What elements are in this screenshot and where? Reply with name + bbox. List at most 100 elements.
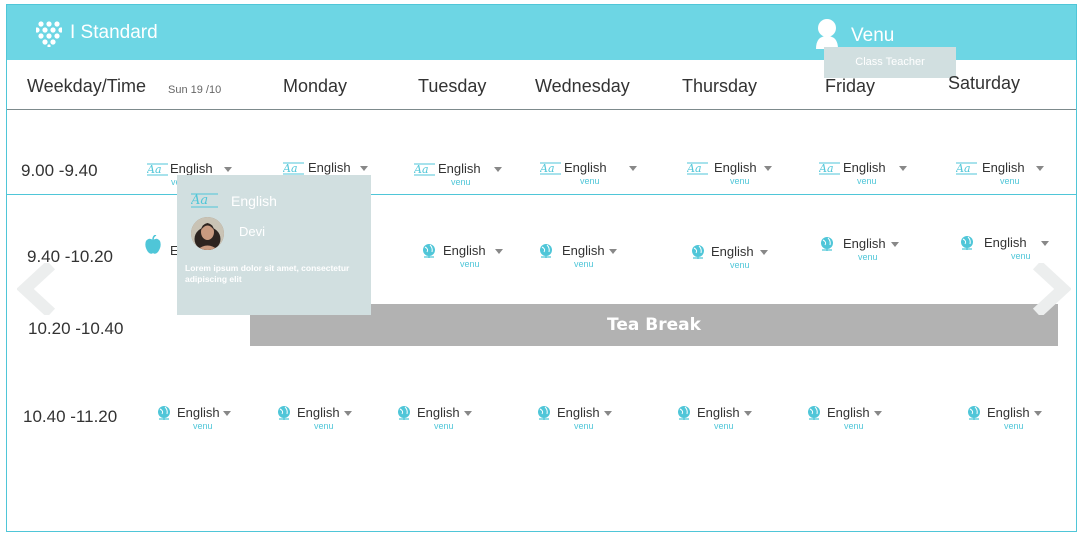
chevron-down-icon[interactable]	[609, 249, 617, 254]
tea-break-bar: Tea Break	[250, 304, 1058, 346]
timetable-cell[interactable]: English venu	[538, 241, 658, 275]
subject-label: English	[843, 160, 886, 175]
language-icon: Aa	[687, 162, 708, 175]
timetable-cell[interactable]: English venu	[156, 403, 276, 437]
chevron-down-icon[interactable]	[344, 411, 352, 416]
language-icon: Aa	[540, 162, 561, 175]
teacher-label: venu	[730, 176, 750, 186]
subject-label: English	[982, 160, 1025, 175]
language-icon: Aa	[819, 162, 840, 175]
next-arrow-icon[interactable]	[1029, 263, 1071, 315]
teacher-label: venu	[857, 176, 877, 186]
day-header-wednesday: Wednesday	[535, 76, 630, 96]
chevron-down-icon[interactable]	[495, 249, 503, 254]
teacher-label: venu	[580, 176, 600, 186]
subject-label: English	[984, 235, 1027, 250]
subject-label: English	[170, 161, 213, 176]
subject-label: English	[562, 243, 605, 258]
chevron-down-icon[interactable]	[891, 242, 899, 247]
time-slot-3: 10.20 -10.40	[28, 319, 124, 338]
svg-text:Aa: Aa	[687, 162, 702, 175]
language-icon: Aa	[147, 163, 168, 176]
user-icon[interactable]	[814, 18, 840, 49]
globe-icon	[538, 406, 550, 420]
time-slot-4: 10.40 -11.20	[23, 407, 118, 426]
chevron-down-icon[interactable]	[744, 411, 752, 416]
teacher-label: venu	[451, 177, 471, 187]
chevron-down-icon[interactable]	[629, 166, 637, 171]
chevron-down-icon[interactable]	[764, 166, 772, 171]
chevron-down-icon[interactable]	[1041, 241, 1049, 246]
row-divider	[7, 194, 1076, 195]
teacher-label: venu	[714, 421, 734, 431]
timetable-cell[interactable]: Aa Englishvenu	[540, 158, 660, 192]
timetable-cell[interactable]: English venu	[959, 233, 1079, 267]
subject-label: English	[438, 161, 481, 176]
chevron-down-icon[interactable]	[604, 411, 612, 416]
timetable-frame: I Standard Venu Class Teacher Weekday/Ti…	[6, 4, 1077, 532]
slot-detail-popup: Aa English Devi Lorem ipsum dolor sit am…	[177, 175, 371, 315]
chevron-down-icon[interactable]	[224, 167, 232, 172]
timetable-cell[interactable]: English venu	[806, 403, 926, 437]
globe-icon	[968, 406, 980, 420]
timetable-cell[interactable]: English venu	[690, 242, 810, 276]
chevron-down-icon[interactable]	[1034, 411, 1042, 416]
globe-icon	[278, 406, 290, 420]
globe-icon	[808, 406, 820, 420]
subject-label: English	[714, 160, 757, 175]
day-header-tuesday: Tuesday	[418, 76, 487, 96]
chevron-down-icon[interactable]	[494, 167, 502, 172]
chevron-down-icon[interactable]	[760, 250, 768, 255]
page-title: I Standard	[70, 22, 158, 43]
timetable-cell[interactable]: Aa Englishvenu	[687, 158, 807, 192]
day-header-thursday: Thursday	[682, 76, 758, 96]
timetable-cell[interactable]: English venu	[276, 403, 396, 437]
popup-subject: English	[231, 193, 277, 209]
timetable-cell[interactable]: English venu	[676, 403, 796, 437]
day-header-saturday: Saturday	[948, 73, 1021, 93]
globe-icon	[158, 406, 170, 420]
day-header-friday: Friday	[825, 76, 876, 96]
svg-text:Aa: Aa	[956, 162, 971, 175]
apple-icon	[145, 235, 161, 254]
chevron-down-icon[interactable]	[899, 166, 907, 171]
svg-text:Aa: Aa	[283, 162, 298, 175]
timetable-cell[interactable]: English venu	[421, 241, 541, 275]
chevron-down-icon[interactable]	[874, 411, 882, 416]
teacher-label: venu	[314, 421, 334, 431]
teacher-label: venu	[1004, 421, 1024, 431]
timetable-cell[interactable]: Aa Englishvenu	[414, 159, 534, 193]
teacher-label: venu	[460, 259, 480, 269]
teacher-label: venu	[844, 421, 864, 431]
language-icon: Aa	[191, 193, 218, 208]
chevron-down-icon[interactable]	[464, 411, 472, 416]
timetable-cell[interactable]: English venu	[536, 403, 656, 437]
popup-teacher: Devi	[239, 224, 266, 239]
teacher-label: venu	[1011, 251, 1031, 261]
time-slot-1: 9.00 -9.40	[21, 161, 98, 180]
subject-label: English	[557, 405, 600, 420]
day-header-monday: Monday	[283, 76, 348, 96]
svg-text:Aa: Aa	[819, 162, 834, 175]
subject-label: English	[177, 405, 220, 420]
user-name[interactable]: Venu	[851, 25, 894, 47]
teacher-label: venu	[574, 421, 594, 431]
subject-label: English	[827, 405, 870, 420]
timetable-cell[interactable]: Aa Englishvenu	[956, 158, 1076, 192]
chevron-down-icon[interactable]	[1036, 166, 1044, 171]
chevron-down-icon[interactable]	[360, 166, 368, 171]
header-divider	[7, 109, 1076, 110]
timetable-cell[interactable]: English venu	[819, 234, 939, 268]
timetable-cell[interactable]: English venu	[396, 403, 516, 437]
chevron-down-icon[interactable]	[223, 411, 231, 416]
role-badge: Class Teacher	[824, 47, 956, 78]
prev-arrow-icon[interactable]	[17, 263, 59, 315]
subject-label: English	[711, 244, 754, 259]
timetable-cell[interactable]: English venu	[966, 403, 1085, 437]
svg-text:Aa: Aa	[191, 193, 208, 208]
globe-icon	[678, 406, 690, 420]
globe-icon	[540, 244, 552, 258]
globe-icon	[692, 245, 704, 259]
svg-text:Aa: Aa	[414, 163, 429, 176]
timetable-cell[interactable]: Aa Englishvenu	[819, 158, 939, 192]
